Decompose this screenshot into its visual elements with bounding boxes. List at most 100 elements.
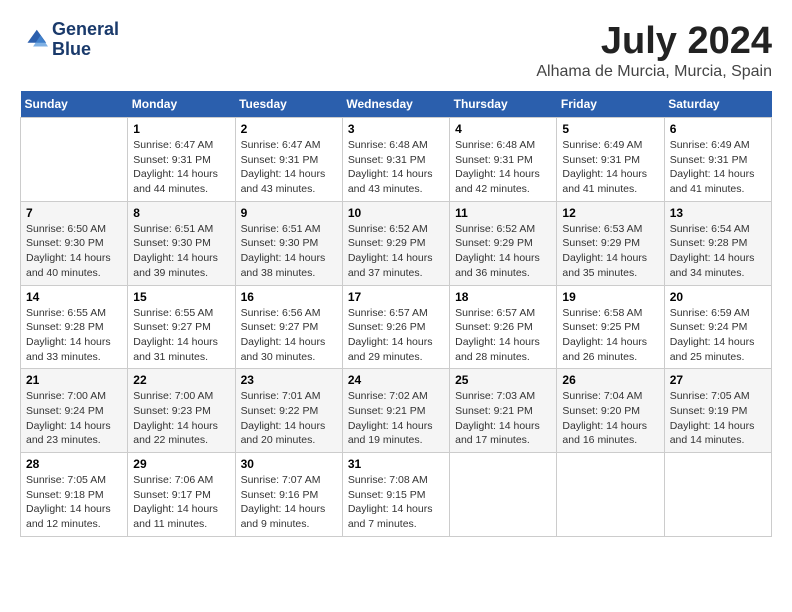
title-area: July 2024 Alhama de Murcia, Murcia, Spai… — [536, 20, 772, 81]
day-number: 22 — [133, 373, 229, 387]
calendar-cell: 19 Sunrise: 6:58 AM Sunset: 9:25 PM Dayli… — [557, 285, 664, 369]
day-info: Sunrise: 7:00 AM Sunset: 9:24 PM Dayligh… — [26, 389, 122, 448]
logo: General Blue — [20, 20, 119, 60]
day-info: Sunrise: 6:54 AM Sunset: 9:28 PM Dayligh… — [670, 222, 766, 281]
day-number: 21 — [26, 373, 122, 387]
logo-line2: Blue — [52, 40, 119, 60]
day-info: Sunrise: 7:08 AM Sunset: 9:15 PM Dayligh… — [348, 473, 444, 532]
calendar-cell: 18 Sunrise: 6:57 AM Sunset: 9:26 PM Dayli… — [450, 285, 557, 369]
calendar-cell: 9 Sunrise: 6:51 AM Sunset: 9:30 PM Daylig… — [235, 201, 342, 285]
day-number: 23 — [241, 373, 337, 387]
day-number: 15 — [133, 290, 229, 304]
month-year: July 2024 — [536, 20, 772, 63]
calendar-cell: 10 Sunrise: 6:52 AM Sunset: 9:29 PM Dayli… — [342, 201, 449, 285]
day-info: Sunrise: 6:50 AM Sunset: 9:30 PM Dayligh… — [26, 222, 122, 281]
day-number: 10 — [348, 206, 444, 220]
calendar-cell: 2Sunrise: 6:47 AM Sunset: 9:31 PM Daylig… — [235, 118, 342, 202]
calendar-cell: 12 Sunrise: 6:53 AM Sunset: 9:29 PM Dayli… — [557, 201, 664, 285]
calendar-cell — [664, 453, 771, 537]
calendar-cell: 23 Sunrise: 7:01 AM Sunset: 9:22 PM Dayli… — [235, 369, 342, 453]
calendar-cell — [450, 453, 557, 537]
calendar-cell — [557, 453, 664, 537]
calendar-cell: 14Sunrise: 6:55 AM Sunset: 9:28 PM Dayli… — [21, 285, 128, 369]
header-day: Tuesday — [235, 91, 342, 118]
day-info: Sunrise: 6:51 AM Sunset: 9:30 PM Dayligh… — [133, 222, 229, 281]
day-info: Sunrise: 6:53 AM Sunset: 9:29 PM Dayligh… — [562, 222, 658, 281]
calendar-cell: 4 Sunrise: 6:48 AM Sunset: 9:31 PM Daylig… — [450, 118, 557, 202]
header-day: Friday — [557, 91, 664, 118]
day-number: 9 — [241, 206, 337, 220]
day-info: Sunrise: 6:52 AM Sunset: 9:29 PM Dayligh… — [455, 222, 551, 281]
calendar-cell: 31Sunrise: 7:08 AM Sunset: 9:15 PM Dayli… — [342, 453, 449, 537]
calendar-cell: 20 Sunrise: 6:59 AM Sunset: 9:24 PM Dayli… — [664, 285, 771, 369]
day-info: Sunrise: 6:55 AM Sunset: 9:27 PM Dayligh… — [133, 306, 229, 365]
calendar-cell: 1 Sunrise: 6:47 AM Sunset: 9:31 PM Daylig… — [128, 118, 235, 202]
day-number: 27 — [670, 373, 766, 387]
day-number: 17 — [348, 290, 444, 304]
day-number: 19 — [562, 290, 658, 304]
page-header: General Blue July 2024 Alhama de Murcia,… — [20, 20, 772, 81]
day-number: 24 — [348, 373, 444, 387]
header-day: Sunday — [21, 91, 128, 118]
calendar-cell: 21 Sunrise: 7:00 AM Sunset: 9:24 PM Dayli… — [21, 369, 128, 453]
day-info: Sunrise: 7:05 AM Sunset: 9:19 PM Dayligh… — [670, 389, 766, 448]
day-number: 6 — [670, 122, 766, 136]
calendar-cell: 30 Sunrise: 7:07 AM Sunset: 9:16 PM Dayli… — [235, 453, 342, 537]
day-info: Sunrise: 7:01 AM Sunset: 9:22 PM Dayligh… — [241, 389, 337, 448]
day-number: 1 — [133, 122, 229, 136]
day-info: Sunrise: 6:52 AM Sunset: 9:29 PM Dayligh… — [348, 222, 444, 281]
day-info: Sunrise: 6:49 AM Sunset: 9:31 PM Dayligh… — [562, 138, 658, 197]
logo-text: General Blue — [52, 20, 119, 60]
day-number: 5 — [562, 122, 658, 136]
day-number: 16 — [241, 290, 337, 304]
calendar-cell: 17 Sunrise: 6:57 AM Sunset: 9:26 PM Dayli… — [342, 285, 449, 369]
day-number: 28 — [26, 457, 122, 471]
day-info: Sunrise: 6:58 AM Sunset: 9:25 PM Dayligh… — [562, 306, 658, 365]
calendar-cell: 13Sunrise: 6:54 AM Sunset: 9:28 PM Dayli… — [664, 201, 771, 285]
header-day: Thursday — [450, 91, 557, 118]
day-number: 26 — [562, 373, 658, 387]
calendar-table: SundayMondayTuesdayWednesdayThursdayFrid… — [20, 91, 772, 537]
day-info: Sunrise: 7:05 AM Sunset: 9:18 PM Dayligh… — [26, 473, 122, 532]
header-day: Saturday — [664, 91, 771, 118]
day-info: Sunrise: 6:57 AM Sunset: 9:26 PM Dayligh… — [455, 306, 551, 365]
calendar-cell: 29 Sunrise: 7:06 AM Sunset: 9:17 PM Dayli… — [128, 453, 235, 537]
calendar-cell: 6 Sunrise: 6:49 AM Sunset: 9:31 PM Daylig… — [664, 118, 771, 202]
day-info: Sunrise: 6:49 AM Sunset: 9:31 PM Dayligh… — [670, 138, 766, 197]
calendar-cell: 3Sunrise: 6:48 AM Sunset: 9:31 PM Daylig… — [342, 118, 449, 202]
calendar-cell: 8Sunrise: 6:51 AM Sunset: 9:30 PM Daylig… — [128, 201, 235, 285]
header-row: SundayMondayTuesdayWednesdayThursdayFrid… — [21, 91, 772, 118]
day-info: Sunrise: 6:59 AM Sunset: 9:24 PM Dayligh… — [670, 306, 766, 365]
day-info: Sunrise: 7:02 AM Sunset: 9:21 PM Dayligh… — [348, 389, 444, 448]
day-number: 20 — [670, 290, 766, 304]
day-number: 30 — [241, 457, 337, 471]
logo-icon — [20, 26, 48, 54]
day-info: Sunrise: 6:48 AM Sunset: 9:31 PM Dayligh… — [348, 138, 444, 197]
calendar-cell: 26 Sunrise: 7:04 AM Sunset: 9:20 PM Dayli… — [557, 369, 664, 453]
day-number: 12 — [562, 206, 658, 220]
calendar-cell: 25Sunrise: 7:03 AM Sunset: 9:21 PM Dayli… — [450, 369, 557, 453]
day-info: Sunrise: 6:55 AM Sunset: 9:28 PM Dayligh… — [26, 306, 122, 365]
calendar-cell: 5 Sunrise: 6:49 AM Sunset: 9:31 PM Daylig… — [557, 118, 664, 202]
day-number: 18 — [455, 290, 551, 304]
day-info: Sunrise: 6:48 AM Sunset: 9:31 PM Dayligh… — [455, 138, 551, 197]
day-info: Sunrise: 7:06 AM Sunset: 9:17 PM Dayligh… — [133, 473, 229, 532]
day-number: 29 — [133, 457, 229, 471]
week-row: 21 Sunrise: 7:00 AM Sunset: 9:24 PM Dayli… — [21, 369, 772, 453]
calendar-cell: 24 Sunrise: 7:02 AM Sunset: 9:21 PM Dayli… — [342, 369, 449, 453]
week-row: 7Sunrise: 6:50 AM Sunset: 9:30 PM Daylig… — [21, 201, 772, 285]
calendar-cell: 28 Sunrise: 7:05 AM Sunset: 9:18 PM Dayli… — [21, 453, 128, 537]
day-number: 4 — [455, 122, 551, 136]
day-info: Sunrise: 6:47 AM Sunset: 9:31 PM Dayligh… — [133, 138, 229, 197]
day-info: Sunrise: 6:51 AM Sunset: 9:30 PM Dayligh… — [241, 222, 337, 281]
calendar-cell: 11 Sunrise: 6:52 AM Sunset: 9:29 PM Dayli… — [450, 201, 557, 285]
day-info: Sunrise: 7:07 AM Sunset: 9:16 PM Dayligh… — [241, 473, 337, 532]
calendar-cell: 15 Sunrise: 6:55 AM Sunset: 9:27 PM Dayli… — [128, 285, 235, 369]
week-row: 1 Sunrise: 6:47 AM Sunset: 9:31 PM Daylig… — [21, 118, 772, 202]
day-info: Sunrise: 7:03 AM Sunset: 9:21 PM Dayligh… — [455, 389, 551, 448]
header-day: Wednesday — [342, 91, 449, 118]
day-info: Sunrise: 6:56 AM Sunset: 9:27 PM Dayligh… — [241, 306, 337, 365]
day-number: 11 — [455, 206, 551, 220]
day-info: Sunrise: 6:57 AM Sunset: 9:26 PM Dayligh… — [348, 306, 444, 365]
day-info: Sunrise: 7:04 AM Sunset: 9:20 PM Dayligh… — [562, 389, 658, 448]
